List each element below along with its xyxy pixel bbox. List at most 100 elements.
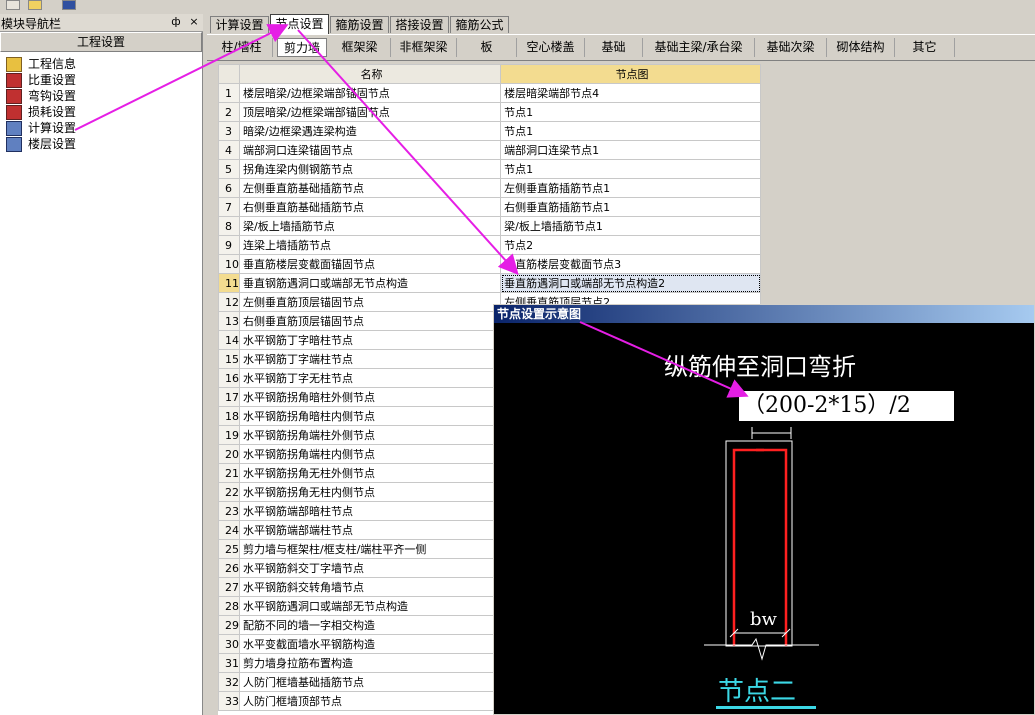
nav-item-project-info[interactable]: 工程信息: [6, 56, 76, 72]
row-name: 水平钢筋丁字端柱节点: [238, 349, 502, 369]
row-index: 12: [218, 292, 240, 312]
grid-header-index: [218, 64, 240, 84]
row-node-value[interactable]: 节点1: [500, 159, 761, 179]
nav-item-density[interactable]: 比重设置: [6, 72, 76, 88]
row-name: 水平钢筋拐角无柱内侧节点: [238, 482, 502, 502]
table-row[interactable]: 7 右侧垂直筋基础插筋节点 右侧垂直筋插筋节点1: [218, 197, 761, 217]
row-name: 水平钢筋拐角暗柱外侧节点: [238, 387, 502, 407]
row-name: 剪力墙身拉筋布置构造: [238, 653, 502, 673]
tab-lap-settings[interactable]: 搭接设置: [390, 16, 449, 33]
subtab-slab[interactable]: 板: [457, 38, 517, 57]
close-icon[interactable]: ×: [188, 16, 200, 28]
row-node-value[interactable]: 节点1: [500, 121, 761, 141]
table-row[interactable]: 10 垂直筋楼层变截面锚固节点 垂直筋楼层变截面节点3: [218, 254, 761, 274]
open-folder-icon[interactable]: [28, 0, 42, 10]
density-icon: [6, 73, 22, 88]
row-index: 1: [218, 83, 240, 103]
row-node-value[interactable]: 楼层暗梁端部节点4: [500, 83, 761, 103]
row-name: 水平钢筋端部端柱节点: [238, 520, 502, 540]
floor-icon: [6, 137, 22, 152]
tab-calc-settings[interactable]: 计算设置: [210, 16, 269, 33]
row-node-value[interactable]: 节点2: [500, 235, 761, 255]
row-name: 右侧垂直筋基础插筋节点: [238, 197, 502, 217]
table-row[interactable]: 1 楼层暗梁/边框梁端部锚固节点 楼层暗梁端部节点4: [218, 83, 761, 103]
row-index: 4: [218, 140, 240, 160]
row-index: 32: [218, 672, 240, 692]
ground-break-line: [704, 637, 819, 661]
grid-header-name[interactable]: 名称: [238, 64, 502, 84]
table-row[interactable]: 2 顶层暗梁/边框梁端部锚固节点 节点1: [218, 102, 761, 122]
table-row[interactable]: 3 暗梁/边框梁遇连梁构造 节点1: [218, 121, 761, 141]
table-row[interactable]: 8 梁/板上墙插筋节点 梁/板上墙插筋节点1: [218, 216, 761, 236]
table-row[interactable]: 9 连梁上墙插筋节点 节点2: [218, 235, 761, 255]
table-row[interactable]: 11 垂直钢筋遇洞口或端部无节点构造 垂直筋遇洞口或端部无节点构造2: [218, 273, 761, 293]
row-node-value[interactable]: 左侧垂直筋插筋节点1: [500, 178, 761, 198]
row-node-value[interactable]: 端部洞口连梁节点1: [500, 140, 761, 160]
nav-item-loss[interactable]: 损耗设置: [6, 104, 76, 120]
node-label: 节点二: [718, 677, 797, 707]
row-name: 水平钢筋丁字无柱节点: [238, 368, 502, 388]
subtab-column[interactable]: 柱/墙柱: [211, 38, 273, 57]
row-name: 水平钢筋拐角端柱外侧节点: [238, 425, 502, 445]
row-index: 13: [218, 311, 240, 331]
row-index: 20: [218, 444, 240, 464]
row-name: 水平钢筋拐角无柱外侧节点: [238, 463, 502, 483]
table-row[interactable]: 6 左侧垂直筋基础插筋节点 左侧垂直筋插筋节点1: [218, 178, 761, 198]
row-index: 2: [218, 102, 240, 122]
row-name: 顶层暗梁/边框梁端部锚固节点: [238, 102, 502, 122]
row-node-value[interactable]: 垂直筋楼层变截面节点3: [500, 254, 761, 274]
row-index: 18: [218, 406, 240, 426]
new-file-icon[interactable]: [6, 0, 20, 10]
row-index: 8: [218, 216, 240, 236]
nav-item-calc-settings[interactable]: 计算设置: [6, 120, 76, 136]
row-name: 配筋不同的墙一字相交构造: [238, 615, 502, 635]
nav-item-floor[interactable]: 楼层设置: [6, 136, 76, 152]
grid-header-node[interactable]: 节点图: [500, 64, 761, 84]
row-name: 水平变截面墙水平钢筋构造: [238, 634, 502, 654]
subtab-foundation[interactable]: 基础: [585, 38, 643, 57]
subtab-shear-wall[interactable]: 剪力墙: [277, 38, 327, 57]
row-index: 6: [218, 178, 240, 198]
row-name: 暗梁/边框梁遇连梁构造: [238, 121, 502, 141]
row-name: 楼层暗梁/边框梁端部锚固节点: [238, 83, 502, 103]
row-name: 端部洞口连梁锚固节点: [238, 140, 502, 160]
bw-label: bw: [750, 609, 777, 630]
subtab-foundation-main-beam[interactable]: 基础主梁/承台梁: [643, 38, 755, 57]
row-name: 右侧垂直筋顶层锚固节点: [238, 311, 502, 331]
row-node-value[interactable]: 右侧垂直筋插筋节点1: [500, 197, 761, 217]
subtab-frame-beam[interactable]: 框架梁: [329, 38, 391, 57]
row-name: 左侧垂直筋顶层锚固节点: [238, 292, 502, 312]
row-index: 30: [218, 634, 240, 654]
tab-stirrup-settings[interactable]: 箍筋设置: [330, 16, 389, 33]
row-index: 31: [218, 653, 240, 673]
hook-icon: [6, 89, 22, 104]
row-node-value[interactable]: 梁/板上墙插筋节点1: [500, 216, 761, 236]
nav-item-hook[interactable]: 弯钩设置: [6, 88, 76, 104]
subtab-foundation-sub-beam[interactable]: 基础次梁: [755, 38, 827, 57]
subtab-nonframe-beam[interactable]: 非框架梁: [391, 38, 457, 57]
row-node-value[interactable]: 垂直筋遇洞口或端部无节点构造2: [500, 273, 761, 293]
top-toolbar: [0, 0, 1035, 13]
row-node-value[interactable]: 节点1: [500, 102, 761, 122]
popup-title[interactable]: 节点设置示意图: [494, 305, 1034, 323]
nav-header[interactable]: 工程设置: [0, 32, 202, 52]
subtab-masonry[interactable]: 砌体结构: [827, 38, 895, 57]
row-index: 23: [218, 501, 240, 521]
row-index: 11: [218, 273, 240, 293]
row-name: 梁/板上墙插筋节点: [238, 216, 502, 236]
tab-stirrup-formula[interactable]: 箍筋公式: [450, 16, 509, 33]
table-row[interactable]: 5 拐角连梁内侧钢筋节点 节点1: [218, 159, 761, 179]
row-index: 21: [218, 463, 240, 483]
row-index: 33: [218, 691, 240, 711]
tab-node-settings[interactable]: 节点设置: [270, 14, 329, 34]
save-icon[interactable]: [62, 0, 76, 10]
row-name: 水平钢筋端部暗柱节点: [238, 501, 502, 521]
subtab-other[interactable]: 其它: [895, 38, 955, 57]
subtab-hollow-floor[interactable]: 空心楼盖: [517, 38, 585, 57]
row-index: 25: [218, 539, 240, 559]
row-name: 垂直筋楼层变截面锚固节点: [238, 254, 502, 274]
loss-icon: [6, 105, 22, 120]
pin-icon[interactable]: ф: [170, 16, 182, 28]
tab-bar: 计算设置 节点设置 箍筋设置 搭接设置 箍筋公式: [207, 14, 1035, 34]
table-row[interactable]: 4 端部洞口连梁锚固节点 端部洞口连梁节点1: [218, 140, 761, 160]
